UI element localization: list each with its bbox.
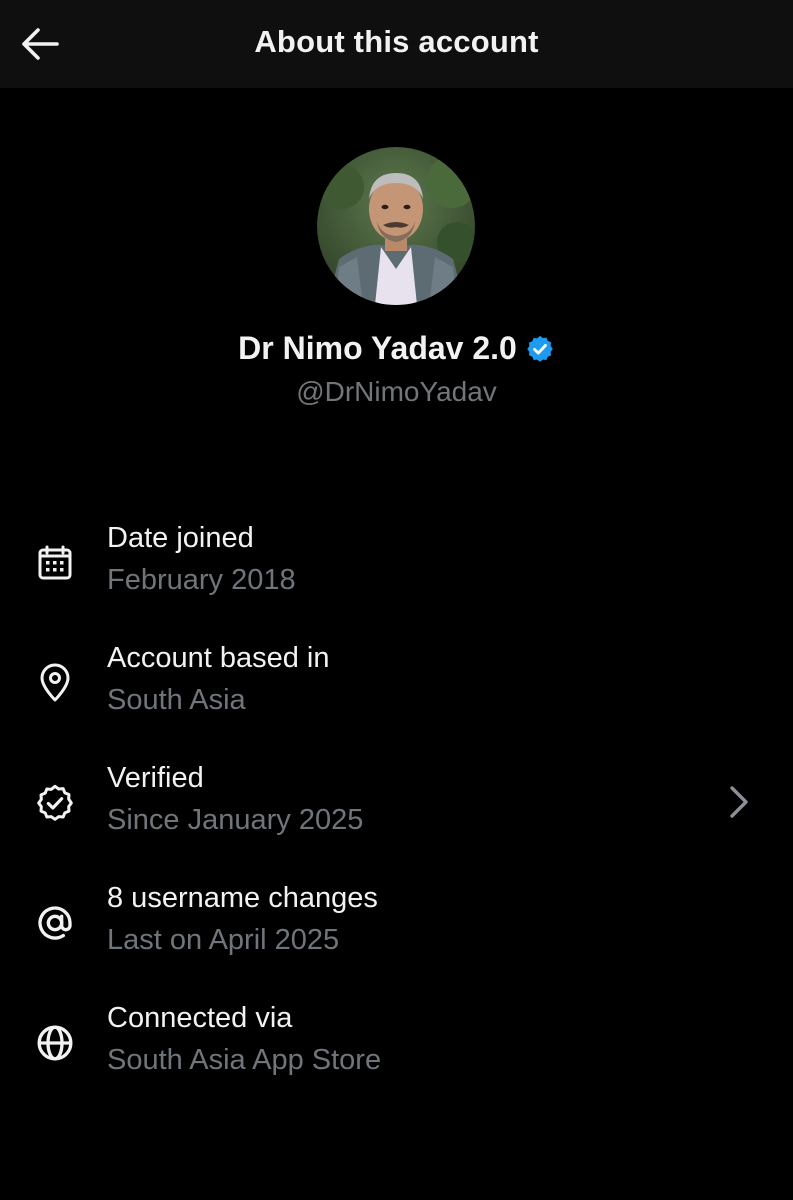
info-subtitle: South Asia xyxy=(107,684,246,716)
info-subtitle: Since January 2025 xyxy=(107,804,364,836)
profile-name: Dr Nimo Yadav 2.0 xyxy=(238,330,517,366)
verified-badge-icon xyxy=(525,334,555,364)
info-row-connected-via: Connected via South Asia App Store xyxy=(0,1000,793,1120)
account-info-list: Date joined February 2018 Account based … xyxy=(0,520,793,1120)
top-bar: About this account xyxy=(0,0,793,88)
info-row-verified[interactable]: Verified Since January 2025 xyxy=(0,760,793,880)
calendar-icon xyxy=(34,542,76,584)
chevron-right-icon xyxy=(722,782,756,822)
info-row-username-changes: 8 username changes Last on April 2025 xyxy=(0,880,793,1000)
info-subtitle: South Asia App Store xyxy=(107,1044,382,1076)
verified-check-icon xyxy=(34,782,76,824)
info-row-account-based-in: Account based in South Asia xyxy=(0,640,793,760)
profile-name-row: Dr Nimo Yadav 2.0 xyxy=(0,330,793,367)
profile-handle: @DrNimoYadav xyxy=(296,376,497,407)
at-sign-icon xyxy=(34,902,76,944)
info-title: 8 username changes xyxy=(107,882,378,914)
info-subtitle: Last on April 2025 xyxy=(107,924,340,956)
info-subtitle: February 2018 xyxy=(107,564,296,596)
info-title: Date joined xyxy=(107,522,254,554)
location-pin-icon xyxy=(34,662,76,704)
info-title: Connected via xyxy=(107,1002,293,1034)
info-row-date-joined: Date joined February 2018 xyxy=(0,520,793,640)
avatar xyxy=(317,147,475,305)
info-title: Account based in xyxy=(107,642,330,674)
info-title: Verified xyxy=(107,762,204,794)
page-title: About this account xyxy=(254,24,539,59)
globe-icon xyxy=(34,1022,76,1064)
